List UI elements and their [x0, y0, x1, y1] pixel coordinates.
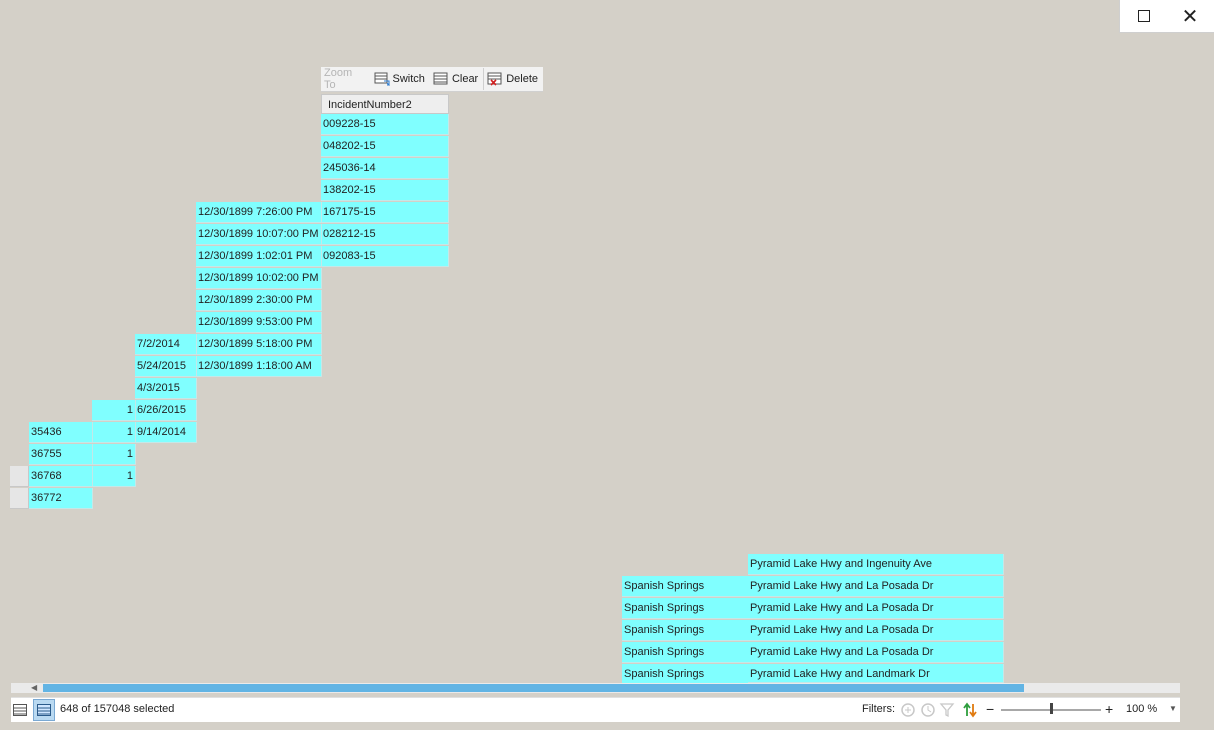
time-cell[interactable]: 12/30/1899 1:18:00 AM: [196, 356, 322, 377]
date-cell[interactable]: 7/2/2014: [135, 334, 197, 355]
location-cell[interactable]: Pyramid Lake Hwy and La Posada Dr: [748, 576, 1004, 597]
location-cell[interactable]: Pyramid Lake Hwy and La Posada Dr: [748, 642, 1004, 663]
count-cell[interactable]: 1: [92, 400, 136, 421]
show-selected-records-icon: [37, 704, 51, 716]
status-bar: 648 of 157048 selected Filters: − + 100 …: [11, 697, 1180, 722]
close-icon: ✕: [1181, 5, 1199, 28]
scrollbar-thumb[interactable]: [43, 684, 1024, 692]
area-cell[interactable]: Spanish Springs: [622, 642, 749, 663]
id-cell[interactable]: 36755: [29, 444, 93, 465]
area-cell[interactable]: Spanish Springs: [622, 664, 749, 685]
delete-label: Delete: [506, 73, 538, 85]
zoom-slider-thumb[interactable]: [1050, 703, 1053, 714]
count-cell[interactable]: 1: [92, 466, 136, 487]
count-cell[interactable]: 1: [92, 444, 136, 465]
time-cell[interactable]: 12/30/1899 10:02:00 PM: [196, 268, 322, 289]
incident-cell[interactable]: 092083-15: [321, 246, 449, 267]
date-cell[interactable]: 5/24/2015: [135, 356, 197, 377]
area-cell[interactable]: Spanish Springs: [622, 620, 749, 641]
clear-selection-icon: [433, 72, 448, 85]
count-cell[interactable]: 1: [92, 422, 136, 443]
area-cell[interactable]: Spanish Springs: [622, 576, 749, 597]
zoom-level[interactable]: 100 %: [1126, 698, 1157, 720]
time-cell[interactable]: 12/30/1899 10:07:00 PM: [196, 224, 322, 245]
filter-by-range-icon: [939, 703, 955, 718]
date-cell[interactable]: 9/14/2014: [135, 422, 197, 443]
zoom-to-button[interactable]: Zoom To: [321, 67, 371, 91]
incident-cell[interactable]: 167175-15: [321, 202, 449, 223]
time-cell[interactable]: 12/30/1899 5:18:00 PM: [196, 334, 322, 355]
filters-label: Filters:: [862, 703, 895, 715]
time-cell[interactable]: 12/30/1899 7:26:00 PM: [196, 202, 322, 223]
incident-cell[interactable]: 048202-15: [321, 136, 449, 157]
time-cell[interactable]: 12/30/1899 2:30:00 PM: [196, 290, 322, 311]
delete-button[interactable]: Delete: [484, 68, 543, 90]
maximize-icon: [1138, 10, 1150, 22]
clear-label: Clear: [451, 73, 479, 85]
selection-toolbar: Zoom To Switch Clear Delete: [321, 67, 543, 92]
column-header-incidentnumber2[interactable]: IncidentNumber2: [321, 94, 449, 114]
time-cell[interactable]: 12/30/1899 1:02:01 PM: [196, 246, 322, 267]
row-header[interactable]: [10, 488, 29, 509]
zoom-dropdown-icon[interactable]: ▼: [1169, 698, 1177, 720]
switch-button[interactable]: Switch: [371, 68, 430, 90]
switch-selection-icon: [374, 72, 390, 86]
row-header[interactable]: [10, 466, 29, 487]
incident-cell[interactable]: 245036-14: [321, 158, 449, 179]
sort-icon: [963, 702, 977, 718]
incident-cell[interactable]: 138202-15: [321, 180, 449, 201]
incident-cell[interactable]: 028212-15: [321, 224, 449, 245]
window-controls: ✕: [1119, 0, 1214, 33]
filter-by-time-icon: [921, 703, 935, 717]
date-cell[interactable]: 6/26/2015: [135, 400, 197, 421]
sort-button[interactable]: [961, 701, 979, 719]
location-cell[interactable]: Pyramid Lake Hwy and La Posada Dr: [748, 620, 1004, 641]
show-selected-records-button[interactable]: [33, 699, 55, 721]
show-all-records-icon: [13, 704, 27, 716]
id-cell[interactable]: 35436: [29, 422, 93, 443]
selection-count: 648 of 157048 selected: [60, 703, 175, 715]
filter-by-time-button[interactable]: [919, 701, 937, 719]
location-cell[interactable]: Pyramid Lake Hwy and Ingenuity Ave: [748, 554, 1004, 575]
incident-cell[interactable]: 009228-15: [321, 114, 449, 135]
id-cell[interactable]: 36768: [29, 466, 93, 487]
date-cell[interactable]: 4/3/2015: [135, 378, 197, 399]
close-button[interactable]: ✕: [1167, 0, 1213, 32]
zoom-out-button[interactable]: −: [986, 698, 994, 720]
clear-button[interactable]: Clear: [430, 68, 483, 90]
id-cell[interactable]: 36772: [29, 488, 93, 509]
filter-by-range-button[interactable]: [938, 701, 956, 719]
switch-label: Switch: [392, 73, 425, 85]
time-cell[interactable]: 12/30/1899 9:53:00 PM: [196, 312, 322, 333]
area-cell[interactable]: Spanish Springs: [622, 598, 749, 619]
filter-by-extent-icon: [901, 703, 915, 717]
delete-rows-icon: [487, 72, 502, 86]
scroll-left-icon[interactable]: ◀: [31, 683, 41, 693]
horizontal-scrollbar[interactable]: ◀: [11, 683, 1180, 693]
location-cell[interactable]: Pyramid Lake Hwy and Landmark Dr: [748, 664, 1004, 683]
filter-by-extent-button[interactable]: [899, 701, 917, 719]
maximize-button[interactable]: [1121, 0, 1167, 32]
show-all-records-button[interactable]: [11, 701, 29, 719]
zoom-to-label: Zoom To: [324, 67, 353, 91]
zoom-in-button[interactable]: +: [1105, 698, 1113, 720]
location-cell[interactable]: Pyramid Lake Hwy and La Posada Dr: [748, 598, 1004, 619]
